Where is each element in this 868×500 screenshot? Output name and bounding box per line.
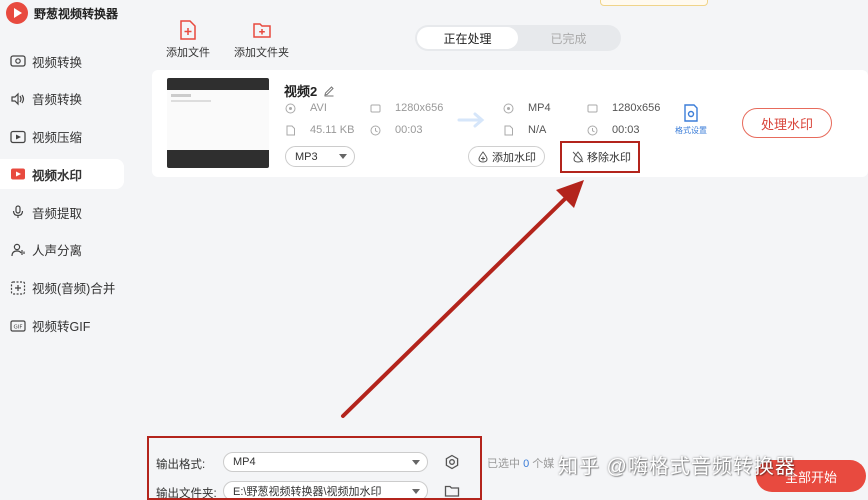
add-folder-label: 添加文件夹 bbox=[234, 47, 289, 59]
add-watermark-button[interactable]: 添加水印 bbox=[468, 146, 545, 167]
clock-icon bbox=[370, 125, 381, 135]
app-name: 野葱视频转换器 bbox=[34, 6, 119, 21]
add-file-button[interactable]: 添加文件 bbox=[166, 20, 210, 60]
top-hint-banner bbox=[600, 0, 708, 6]
edit-name-icon[interactable] bbox=[323, 85, 335, 97]
sidebar-item-label: 视频压缩 bbox=[32, 131, 83, 146]
target-size: N/A bbox=[503, 124, 546, 136]
highlight-output-settings bbox=[147, 436, 482, 500]
sidebar-item-label: 音频提取 bbox=[32, 206, 83, 221]
status-tabs: 正在处理 已完成 bbox=[415, 25, 621, 51]
clock-icon bbox=[587, 125, 598, 135]
video-thumbnail bbox=[167, 78, 269, 168]
audio-format-select[interactable]: MP3 bbox=[285, 146, 355, 167]
format-icon bbox=[285, 103, 296, 113]
source-size: 45.11 KB bbox=[285, 124, 354, 136]
file-name: 视频2 bbox=[284, 84, 318, 99]
sidebar-item-label: 视频转换 bbox=[32, 55, 83, 70]
source-resolution: 1280x656 bbox=[370, 102, 443, 114]
sidebar-item-video-watermark[interactable]: 视频水印 bbox=[0, 159, 124, 190]
file-size-icon bbox=[504, 125, 513, 135]
sidebar-item-gif[interactable]: GIF 视频转GIF bbox=[0, 311, 132, 341]
app-brand: 野葱视频转换器 bbox=[6, 2, 118, 24]
sidebar: 野葱视频转换器 视频转换 音频转换 视频压缩 视频水印 音频提取 人声分离 视频… bbox=[0, 0, 132, 500]
voice-separate-icon bbox=[10, 243, 26, 257]
target-duration: 00:03 bbox=[587, 124, 640, 136]
chevron-down-icon bbox=[339, 154, 347, 159]
sidebar-item-label: 视频水印 bbox=[32, 168, 83, 183]
sidebar-item-video-compress[interactable]: 视频压缩 bbox=[0, 122, 132, 152]
add-file-label: 添加文件 bbox=[166, 47, 210, 59]
resolution-icon bbox=[370, 104, 381, 112]
file-card: 视频2 AVI 1280x656 45.11 KB 00:03 MP3 MP4 … bbox=[152, 70, 868, 177]
settings-doc-icon bbox=[684, 104, 698, 122]
process-watermark-button[interactable]: 处理水印 bbox=[742, 108, 832, 138]
sidebar-item-label: 视频转GIF bbox=[32, 320, 91, 335]
source-duration: 00:03 bbox=[370, 124, 423, 136]
sidebar-item-voice-separate[interactable]: 人声分离 bbox=[0, 235, 132, 265]
sidebar-item-video-convert[interactable]: 视频转换 bbox=[0, 46, 132, 76]
merge-icon bbox=[10, 281, 26, 295]
source-format: AVI bbox=[285, 102, 327, 114]
sidebar-item-audio-convert[interactable]: 音频转换 bbox=[0, 84, 132, 114]
target-format: MP4 bbox=[503, 102, 551, 114]
sidebar-item-merge[interactable]: 视频(音频)合并 bbox=[0, 273, 132, 303]
video-watermark-icon bbox=[10, 167, 26, 181]
app-logo-icon bbox=[6, 2, 28, 24]
sidebar-item-label: 音频转换 bbox=[32, 93, 83, 108]
sidebar-item-label: 视频(音频)合并 bbox=[32, 282, 116, 297]
selected-count: 0 bbox=[523, 458, 530, 470]
audio-extract-icon bbox=[10, 205, 26, 219]
sidebar-item-label: 人声分离 bbox=[32, 244, 83, 259]
file-name-row: 视频2 bbox=[284, 81, 335, 100]
add-file-icon bbox=[180, 20, 196, 40]
file-size-icon bbox=[286, 125, 295, 135]
overlay-watermark-text: 知乎 @嗨格式音频转换器 bbox=[558, 456, 796, 478]
format-settings-button[interactable]: 格式设置 bbox=[675, 104, 707, 136]
tab-processing[interactable]: 正在处理 bbox=[417, 27, 518, 49]
video-compress-icon bbox=[10, 130, 26, 144]
tab-completed[interactable]: 已完成 bbox=[518, 27, 619, 49]
svg-text:GIF: GIF bbox=[13, 324, 22, 330]
sidebar-nav: 视频转换 音频转换 视频压缩 视频水印 音频提取 人声分离 视频(音频)合并 G… bbox=[0, 46, 132, 348]
format-icon bbox=[503, 103, 514, 113]
gif-icon: GIF bbox=[10, 319, 26, 333]
selected-count-text: 已选中 0 个媒 bbox=[487, 458, 555, 470]
audio-convert-icon bbox=[10, 92, 26, 106]
add-folder-button[interactable]: 添加文件夹 bbox=[234, 20, 289, 60]
droplet-add-icon bbox=[478, 150, 488, 163]
resolution-icon bbox=[587, 104, 598, 112]
highlight-remove-watermark bbox=[560, 141, 640, 173]
sidebar-item-audio-extract[interactable]: 音频提取 bbox=[0, 197, 132, 227]
convert-arrow-icon bbox=[457, 112, 485, 128]
add-folder-icon bbox=[252, 23, 271, 38]
video-convert-icon bbox=[10, 54, 26, 68]
target-resolution: 1280x656 bbox=[587, 102, 660, 114]
